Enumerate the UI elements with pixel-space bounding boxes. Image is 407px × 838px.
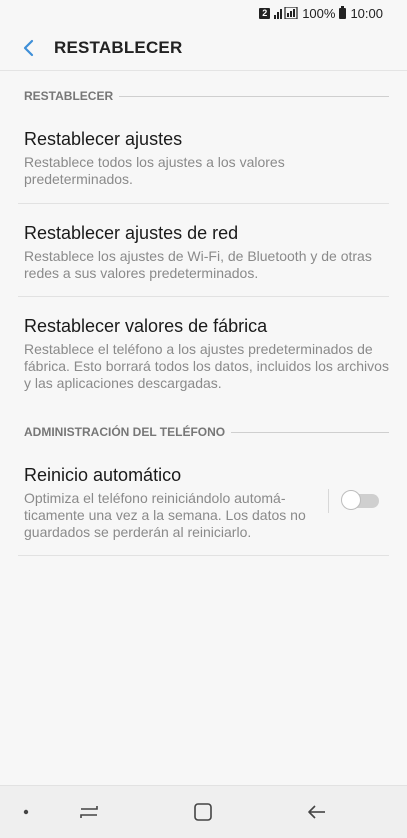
battery-icon	[339, 5, 347, 19]
item-title: Restablecer ajustes de red	[24, 223, 239, 243]
recent-apps-button[interactable]	[76, 799, 102, 825]
toggle-thumb	[341, 490, 361, 510]
item-title: Restablecer valores de fábrica	[24, 316, 268, 336]
item-description: Restablece el teléfono a los ajustes pre…	[24, 341, 389, 391]
item-description: Optimiza el teléfono reiniciándolo autom…	[24, 490, 306, 540]
clock: 10:00	[350, 5, 383, 21]
chevron-left-icon	[23, 39, 34, 57]
navigation-bar	[0, 785, 407, 838]
switch-divider	[328, 489, 329, 513]
dot-indicator-icon	[23, 809, 29, 815]
section-header-line	[231, 431, 389, 433]
section-header-phone-admin: ADMINISTRACIÓN DEL TELÉFONO	[24, 425, 389, 439]
page-title: RESTABLECER	[54, 38, 183, 57]
section-header-reset: RESTABLECER	[24, 89, 389, 103]
back-button[interactable]	[14, 33, 44, 63]
item-divider	[18, 296, 389, 297]
status-bar: 2 100% 10:00	[0, 0, 407, 26]
sim-2-icon: 2	[259, 7, 271, 19]
signal-icon	[274, 7, 298, 19]
item-divider	[18, 555, 389, 556]
item-title: Restablecer ajustes	[24, 129, 183, 149]
item-title: Reinicio automático	[24, 465, 182, 485]
home-button[interactable]	[190, 799, 216, 825]
app-bar-divider	[0, 70, 407, 71]
auto-restart-toggle[interactable]	[341, 490, 381, 512]
reset-network-settings-item[interactable]: Restablecer ajustes de red Restablece lo…	[24, 222, 389, 282]
auto-restart-item[interactable]: Reinicio automático Optimiza el teléfono…	[24, 464, 317, 541]
section-header-label: RESTABLECER	[24, 89, 114, 103]
battery-percent: 100%	[302, 5, 336, 21]
item-divider	[18, 203, 389, 204]
back-nav-button[interactable]	[304, 799, 330, 825]
app-bar: RESTABLECER	[0, 26, 407, 70]
section-header-label: ADMINISTRACIÓN DEL TELÉFONO	[24, 425, 226, 439]
section-header-line	[119, 95, 389, 97]
item-description: Restablece todos los ajustes a los valor…	[24, 154, 285, 187]
factory-reset-item[interactable]: Restablecer valores de fábrica Restablec…	[24, 315, 389, 392]
item-description: Restablece los ajustes de Wi-Fi, de Blue…	[24, 248, 372, 281]
reset-settings-item[interactable]: Restablecer ajustes Restablece todos los…	[24, 128, 389, 188]
